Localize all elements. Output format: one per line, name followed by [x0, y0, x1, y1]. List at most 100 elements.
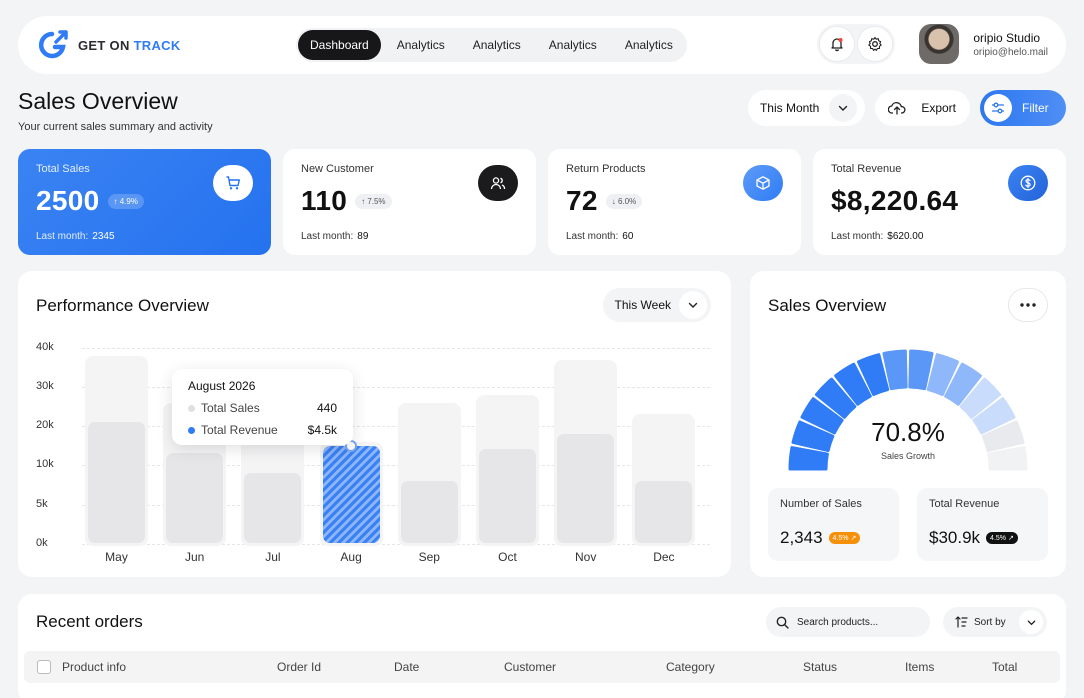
- stat-card-total-revenue[interactable]: Total Revenue $8,220.64 Last month: $620.…: [813, 149, 1066, 255]
- user-name: oripio Studio: [973, 30, 1041, 45]
- stat-value: 110: [301, 185, 348, 216]
- stat-previous: Last month: 89: [301, 231, 518, 242]
- brand-name-main: GET ON: [78, 37, 134, 53]
- settings-button[interactable]: [857, 26, 894, 62]
- tooltip-row-name: Total Sales: [201, 401, 260, 415]
- column-header-date[interactable]: Date: [394, 660, 419, 674]
- range-select-label: This Week: [614, 298, 671, 312]
- stat-change-badge: ↓ 6.0%: [605, 193, 643, 209]
- recent-orders-card: Recent orders Search products... Sort by…: [18, 594, 1066, 698]
- metric-value: $30.9k: [929, 528, 981, 547]
- period-select[interactable]: This Month: [747, 90, 866, 126]
- y-tick-label: 30k: [36, 380, 54, 392]
- logo-mark-icon: [38, 30, 68, 59]
- stat-card-total-sales[interactable]: Total Sales 2500 ↑ 4.9% Last month: 2345: [18, 149, 271, 255]
- more-options-button[interactable]: [1008, 288, 1048, 322]
- column-header-customer[interactable]: Customer: [504, 660, 556, 674]
- orders-table-header: Product info Order Id Date Customer Cate…: [24, 651, 1060, 683]
- bar[interactable]: [557, 433, 615, 543]
- stat-change-value: 6.0%: [617, 196, 637, 206]
- gear-icon: [868, 36, 883, 51]
- x-tick-label: Oct: [498, 550, 517, 564]
- sales-overview-card: Sales Overview 70.8% Sales Growth Number…: [750, 271, 1066, 577]
- range-select[interactable]: This Week: [602, 288, 711, 322]
- x-tick-label: Sep: [418, 550, 440, 564]
- legend-dot: [188, 404, 195, 412]
- tab-dashboard[interactable]: Dashboard: [298, 30, 381, 60]
- bar[interactable]: [88, 422, 145, 543]
- metric-card-number-of-sales: Number of Sales 2,343 4.5% ↗: [768, 488, 899, 561]
- metric-label: Total Revenue: [929, 498, 1000, 510]
- metric-label: Number of Sales: [780, 498, 862, 510]
- column-header-order-id[interactable]: Order Id: [277, 660, 321, 674]
- stat-previous-value: $620.00: [887, 231, 924, 242]
- column-header-product-info[interactable]: Product info: [62, 660, 126, 674]
- chevron-down-icon: [679, 291, 707, 319]
- period-select-label: This Month: [759, 101, 820, 115]
- top-navbar: GET ON TRACK Dashboard Analytics Analyti…: [18, 16, 1066, 74]
- stat-change-badge: ↑ 4.9%: [107, 193, 144, 209]
- search-icon: [776, 616, 789, 629]
- tab-analytics[interactable]: Analytics: [537, 30, 609, 60]
- bar[interactable]: [635, 481, 693, 543]
- stat-card-return-products[interactable]: Return Products 72 ↓ 6.0% Last month: 60: [548, 149, 801, 255]
- filter-button[interactable]: Filter: [980, 90, 1066, 126]
- page-subtitle: Your current sales summary and activity: [18, 121, 213, 133]
- stat-card-new-customer[interactable]: New Customer 110 ↑ 7.5% Last month: 89: [283, 149, 536, 255]
- x-tick-label: Nov: [575, 550, 597, 564]
- sort-button[interactable]: Sort by: [943, 607, 1047, 637]
- upload-cloud-icon: [883, 94, 912, 122]
- sort-label: Sort by: [974, 616, 1006, 628]
- avatar[interactable]: [919, 24, 960, 64]
- tooltip-row-value: $4.5k: [307, 423, 337, 437]
- performance-title: Performance Overview: [36, 296, 209, 315]
- x-tick-label: Jun: [185, 550, 205, 564]
- nav-tabs: Dashboard Analytics Analytics Analytics …: [296, 28, 687, 62]
- y-tick-label: 40k: [36, 341, 54, 353]
- search-input[interactable]: Search products...: [766, 607, 930, 637]
- y-tick-label: 10k: [36, 458, 54, 470]
- notifications-button[interactable]: [819, 26, 856, 62]
- tab-analytics[interactable]: Analytics: [461, 30, 533, 60]
- metric-card-total-revenue: Total Revenue $30.9k 4.5% ↗: [917, 488, 1048, 561]
- tooltip-row-name: Total Revenue: [201, 423, 278, 437]
- stat-previous: Last month: 60: [566, 231, 783, 242]
- select-all-checkbox[interactable]: [37, 660, 51, 674]
- nav-icon-group: [817, 24, 896, 64]
- stat-previous-label: Last month:: [566, 231, 619, 242]
- tooltip-title: August 2026: [188, 379, 256, 393]
- column-header-items[interactable]: Items: [905, 660, 934, 674]
- tab-analytics[interactable]: Analytics: [613, 30, 685, 60]
- bar[interactable]: [479, 449, 536, 543]
- column-header-category[interactable]: Category: [666, 660, 715, 674]
- stat-previous-value: 89: [357, 231, 369, 242]
- bell-icon: [831, 38, 844, 52]
- bar[interactable]: [166, 453, 224, 543]
- brand-name-accent: TRACK: [133, 37, 181, 53]
- tooltip-row-total-sales: Total Sales 440: [188, 401, 337, 415]
- sales-growth-gauge: [788, 349, 1028, 471]
- x-tick-label: Jul: [265, 550, 281, 564]
- brand-name: GET ON TRACK: [78, 38, 181, 53]
- y-tick-label: 20k: [36, 419, 54, 431]
- export-button[interactable]: Export: [875, 90, 970, 126]
- stat-change-value: 4.9%: [119, 196, 138, 206]
- column-header-status[interactable]: Status: [803, 660, 837, 674]
- x-tick-label: Aug: [340, 550, 362, 564]
- bar[interactable]: [400, 481, 458, 543]
- user-info[interactable]: oripio Studio oripio@helo.mail: [973, 31, 1048, 58]
- bar[interactable]: [322, 445, 380, 543]
- tooltip-row-total-revenue: Total Revenue $4.5k: [188, 423, 337, 437]
- stat-value: 72: [566, 185, 598, 216]
- tab-analytics[interactable]: Analytics: [385, 30, 457, 60]
- more-horizontal-icon: [1020, 303, 1036, 307]
- brand-logo[interactable]: GET ON TRACK: [38, 30, 288, 60]
- stat-previous: Last month: $620.00: [831, 231, 1048, 242]
- gauge-label: Sales Growth: [880, 451, 936, 461]
- bar[interactable]: [244, 473, 302, 543]
- chart-tooltip: August 2026 Total Sales 440 Total Revenu…: [172, 369, 353, 445]
- column-header-total[interactable]: Total: [992, 660, 1017, 674]
- stat-previous-value: 2345: [92, 231, 115, 242]
- stat-previous-label: Last month:: [831, 231, 884, 242]
- metric-badge: 4.5% ↗: [986, 532, 1018, 544]
